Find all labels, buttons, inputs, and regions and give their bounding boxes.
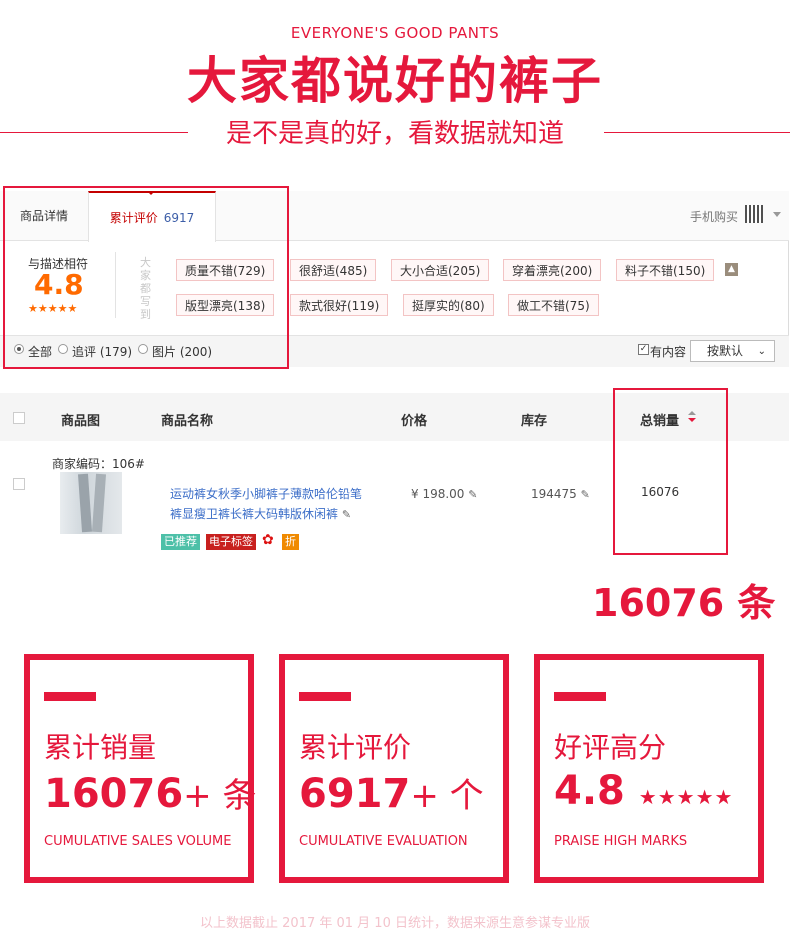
column-header-price[interactable]: 价格: [401, 410, 427, 429]
card-value: 4.8 ★★★★★: [554, 768, 733, 814]
card-stars: ★★★★★: [638, 785, 734, 809]
review-tag[interactable]: 挺厚实的(80): [403, 294, 494, 316]
chevron-down-icon[interactable]: [773, 212, 781, 217]
edit-pencil-icon[interactable]: ✎: [581, 488, 590, 501]
promo-icon: ✿: [262, 532, 274, 548]
price-cell: ¥ 198.00 ✎: [411, 487, 477, 501]
price-value: ¥ 198.00: [411, 487, 465, 501]
card-unit: + 个: [410, 776, 484, 816]
chevron-down-icon: ⌄: [757, 346, 766, 357]
card-title: 累计评价: [299, 731, 412, 764]
card-accent-bar: [554, 692, 606, 701]
card-accent-bar: [44, 692, 96, 701]
sales-highlight-box: [613, 388, 728, 555]
header-cn-title: 大家都说好的裤子: [187, 52, 603, 110]
card-en-caption: CUMULATIVE EVALUATION: [299, 834, 468, 849]
card-accent-bar: [299, 692, 351, 701]
review-tag[interactable]: 穿着漂亮(200): [503, 259, 602, 281]
data-source-footnote: 以上数据截止 2017 年 01 月 10 日统计，数据来源生意参谋专业版: [200, 916, 590, 931]
sort-select[interactable]: 按默认 ⌄: [690, 340, 775, 362]
product-name: 运动裤女秋季小脚裤子薄款哈伦铅笔裤显瘦卫裤长裤大码韩版休闲裤: [170, 487, 363, 521]
qr-code-icon[interactable]: [745, 205, 763, 223]
column-header-stock[interactable]: 库存: [521, 410, 547, 429]
stock-value: 194475: [531, 487, 577, 501]
edit-pencil-icon[interactable]: ✎: [342, 508, 351, 521]
discount-icon: 折: [282, 534, 299, 550]
column-header-name: 商品名称: [161, 414, 214, 429]
review-tag[interactable]: 大小合适(205): [391, 259, 490, 281]
card-en-caption: PRAISE HIGH MARKS: [554, 834, 688, 849]
header-subtitle: 是不是真的好，看数据就知道: [225, 119, 564, 149]
header-en-title: EVERYONE'S GOOD PANTS: [290, 24, 500, 42]
card-number: 16076: [44, 771, 184, 817]
review-tag[interactable]: 款式很好(119): [290, 294, 389, 316]
row-checkbox[interactable]: [13, 478, 25, 490]
review-tag[interactable]: 很舒适(485): [290, 259, 377, 281]
card-value: 6917+ 个: [299, 768, 484, 817]
card-value: 16076+ 条: [44, 768, 256, 817]
merchant-code: 商家编码：106#: [52, 457, 145, 471]
card-title: 好评高分: [554, 731, 667, 764]
e-label-badge: 电子标签: [206, 534, 256, 550]
collapse-tags-icon[interactable]: ▲: [725, 263, 738, 276]
card-en-caption: CUMULATIVE SALES VOLUME: [44, 834, 232, 849]
mobile-buy-link[interactable]: 手机购买: [690, 208, 738, 225]
has-content-checkbox[interactable]: ✓: [638, 344, 649, 355]
column-header-image: 商品图: [61, 414, 101, 429]
sort-select-value: 按默认: [707, 344, 744, 358]
card-number: 4.8: [554, 768, 625, 814]
stat-card-reviews: 累计评价 6917+ 个 CUMULATIVE EVALUATION: [279, 654, 509, 883]
stock-cell: 194475 ✎: [531, 487, 590, 501]
card-unit: + 条: [183, 776, 257, 816]
select-all-checkbox[interactable]: [13, 412, 25, 424]
edit-pencil-icon[interactable]: ✎: [468, 488, 477, 501]
sales-callout: 16076 条: [592, 581, 776, 625]
has-content-label[interactable]: 有内容: [650, 343, 686, 360]
review-tag[interactable]: 料子不错(150): [616, 259, 715, 281]
product-name-link[interactable]: 运动裤女秋季小脚裤子薄款哈伦铅笔裤显瘦卫裤长裤大码韩版休闲裤 ✎: [170, 484, 370, 525]
review-highlight-box: [3, 186, 289, 369]
stat-card-sales: 累计销量 16076+ 条 CUMULATIVE SALES VOLUME: [24, 654, 256, 883]
stat-card-rating: 好评高分 4.8 ★★★★★ PRAISE HIGH MARKS: [534, 654, 764, 883]
card-title: 累计销量: [44, 731, 157, 764]
recommended-badge: 已推荐: [161, 534, 200, 550]
header-divider-right: [604, 132, 790, 133]
card-number: 6917: [299, 771, 411, 817]
review-tag[interactable]: 做工不错(75): [508, 294, 599, 316]
